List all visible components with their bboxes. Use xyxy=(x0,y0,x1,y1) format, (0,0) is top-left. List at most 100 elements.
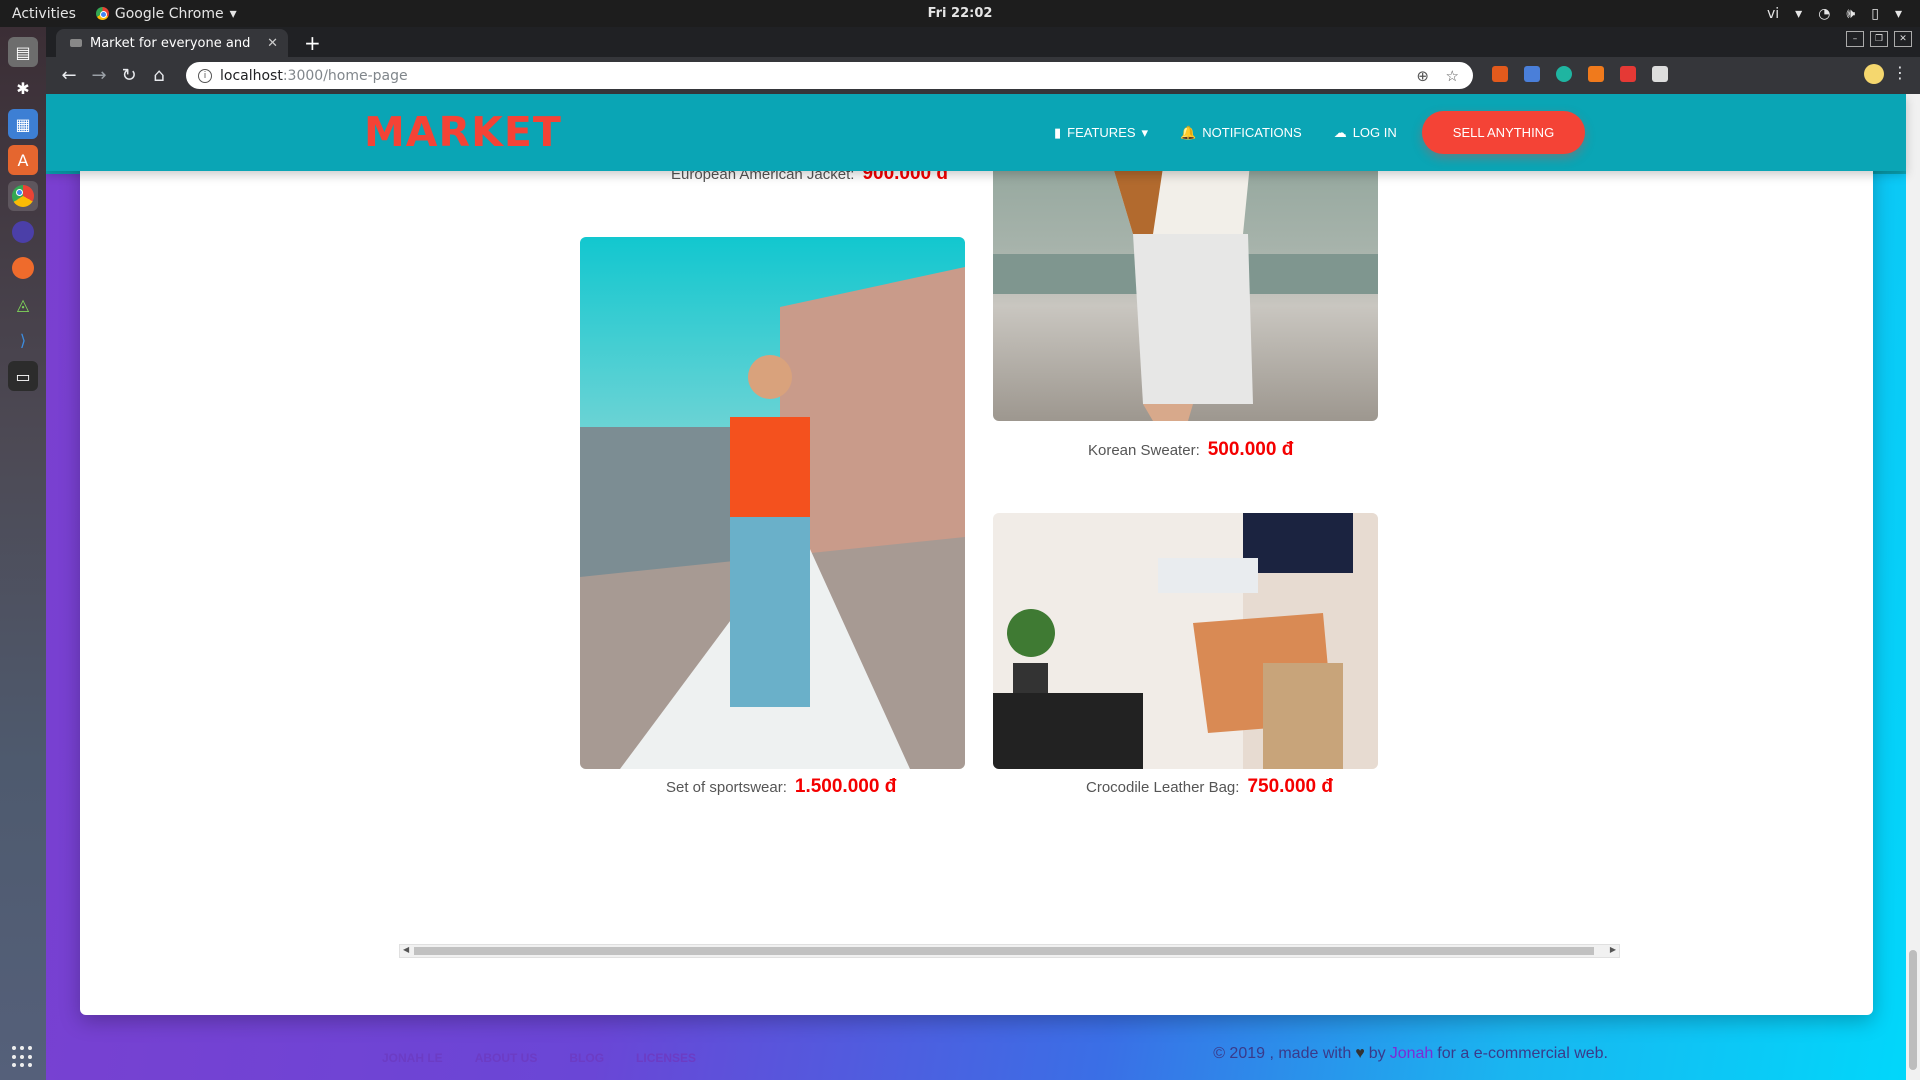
clock[interactable]: Fri 22:02 xyxy=(928,6,993,21)
android-studio-icon[interactable]: ◬ xyxy=(8,289,38,319)
product-caption: Set of sportswear: 1.500.000 đ xyxy=(666,776,896,798)
footer-link[interactable]: BLOG xyxy=(569,1051,604,1065)
product-image[interactable] xyxy=(993,513,1378,769)
product-price: 500.000 đ xyxy=(1207,439,1294,460)
vscode-icon[interactable]: ⟩ xyxy=(8,325,38,355)
product-price: 750.000 đ xyxy=(1247,776,1334,797)
profile-avatar[interactable] xyxy=(1864,64,1884,84)
close-tab-icon[interactable]: ✕ xyxy=(267,36,278,51)
footer-copyright: © 2019 , made with ♥ by Jonah for a e-co… xyxy=(1213,1045,1608,1063)
menu-icon[interactable]: ⋮ xyxy=(1892,63,1908,82)
extension-icon[interactable] xyxy=(1492,66,1508,82)
postman-icon[interactable] xyxy=(8,253,38,283)
url-path: :3000/home-page xyxy=(282,67,408,84)
leather-bag-photo xyxy=(993,513,1378,769)
chevron-down-icon: ▾ xyxy=(229,5,237,22)
copyright-prefix: © 2019 , made with xyxy=(1213,1045,1352,1062)
browser-toolbar: ← → ↻ ⌂ i localhost:3000/home-page ⊕ ☆ ⋮ xyxy=(46,57,1920,94)
favicon-icon xyxy=(70,39,82,47)
minimize-button[interactable]: – xyxy=(1846,31,1864,47)
volume-icon: 🕪 xyxy=(1846,5,1856,22)
close-window-button[interactable]: ✕ xyxy=(1894,31,1912,47)
extension-icon[interactable] xyxy=(1588,66,1604,82)
restore-button[interactable]: ❐ xyxy=(1870,31,1888,47)
cloud-upload-icon: ☁ xyxy=(1333,124,1347,140)
tab-title: Market for everyone and xyxy=(90,35,251,51)
product-image[interactable] xyxy=(580,237,965,769)
scrollbar-thumb[interactable] xyxy=(1909,950,1917,1070)
moon-app-icon[interactable] xyxy=(8,217,38,247)
features-menu[interactable]: ▮ FEATURES ▾ xyxy=(1054,125,1148,141)
back-button[interactable]: ← xyxy=(54,65,84,86)
system-tray[interactable]: vi ▾ ◔ 🕪 ▯ ▾ xyxy=(1767,6,1902,22)
address-bar[interactable]: i localhost:3000/home-page ⊕ ☆ xyxy=(186,62,1473,89)
footer-link[interactable]: ABOUT US xyxy=(475,1051,538,1065)
product-name: Set of sportswear: xyxy=(666,779,787,796)
chrome-icon xyxy=(95,7,109,20)
features-label: FEATURES xyxy=(1067,125,1136,140)
sportswear-photo xyxy=(580,237,965,769)
window-controls: – ❐ ✕ xyxy=(1846,31,1912,47)
map-icon: ▮ xyxy=(1054,124,1062,140)
extension-icon[interactable] xyxy=(1652,66,1668,82)
bookmark-star-icon[interactable]: ☆ xyxy=(1446,67,1459,85)
product-caption: Korean Sweater: 500.000 đ xyxy=(1088,439,1293,461)
sweater-photo xyxy=(993,134,1378,421)
nav-links: ▮ FEATURES ▾ 🔔 NOTIFICATIONS ☁ LOG IN xyxy=(1054,94,1397,171)
heart-icon: ♥ xyxy=(1355,1045,1365,1062)
show-apps-icon[interactable] xyxy=(12,1046,34,1068)
product-name: Korean Sweater: xyxy=(1088,442,1200,459)
activities-button[interactable]: Activities xyxy=(12,6,76,22)
product-caption: Crocodile Leather Bag: 750.000 đ xyxy=(1086,776,1333,798)
site-navbar: MARKET ▮ FEATURES ▾ 🔔 NOTIFICATIONS ☁ LO… xyxy=(46,94,1906,171)
site-info-icon[interactable]: i xyxy=(198,68,212,83)
zoom-icon[interactable]: ⊕ xyxy=(1416,67,1429,85)
writer-icon[interactable]: ▦ xyxy=(8,109,38,139)
scroll-right-arrow-icon[interactable]: ▶ xyxy=(1610,945,1616,954)
browser-tab[interactable]: Market for everyone and ✕ xyxy=(56,29,288,57)
software-center-icon[interactable]: A xyxy=(8,145,38,175)
footer-links: JONAH LE ABOUT US BLOG LICENSES xyxy=(382,1051,696,1065)
tab-strip: Market for everyone and ✕ + – ❐ ✕ xyxy=(46,27,1920,57)
battery-icon: ▯ xyxy=(1871,5,1879,22)
forward-button[interactable]: → xyxy=(84,65,114,86)
product-name: Crocodile Leather Bag: xyxy=(1086,779,1240,796)
chevron-down-icon: ▾ xyxy=(1894,5,1902,22)
url-host: localhost xyxy=(220,67,283,84)
translate-extension-icon[interactable] xyxy=(1524,66,1540,82)
footer-link[interactable]: LICENSES xyxy=(636,1051,696,1065)
vertical-scrollbar[interactable] xyxy=(1906,94,1920,1080)
copyright-suffix: for a e-commercial web. xyxy=(1437,1045,1608,1062)
scrollbar-thumb[interactable] xyxy=(414,947,1594,955)
wifi-icon: ◔ xyxy=(1818,5,1831,22)
notifications-link[interactable]: 🔔 NOTIFICATIONS xyxy=(1180,125,1302,141)
extension-icon[interactable] xyxy=(1556,66,1572,82)
chrome-dock-icon[interactable] xyxy=(8,181,38,211)
page-viewport: European American Jacket: 900.000 đ Kore… xyxy=(46,94,1920,1080)
files-icon[interactable]: ▤ xyxy=(8,37,38,67)
reload-button[interactable]: ↻ xyxy=(114,65,144,86)
brand-logo[interactable]: MARKET xyxy=(364,108,562,156)
caret-down-icon: ▾ xyxy=(1141,124,1149,140)
dock: ▤ ✱ ▦ A ◬ ⟩ ▭ xyxy=(0,27,46,1080)
app-menu[interactable]: Google Chrome ▾ xyxy=(95,5,237,22)
input-method-indicator[interactable]: vi xyxy=(1767,6,1779,22)
login-label: LOG IN xyxy=(1352,125,1397,140)
home-button[interactable]: ⌂ xyxy=(144,65,174,86)
main-card: European American Jacket: 900.000 đ Kore… xyxy=(80,94,1873,1015)
chevron-down-icon: ▾ xyxy=(1795,5,1803,22)
footer-link[interactable]: JONAH LE xyxy=(382,1051,443,1065)
terminal-icon[interactable]: ▭ xyxy=(8,361,38,391)
login-link[interactable]: ☁ LOG IN xyxy=(1334,125,1397,141)
product-image[interactable] xyxy=(993,134,1378,421)
new-tab-button[interactable]: + xyxy=(304,31,321,55)
notifications-label: NOTIFICATIONS xyxy=(1202,125,1302,140)
app-menu-label: Google Chrome xyxy=(114,5,224,22)
horizontal-scrollbar[interactable]: ◀ ▶ xyxy=(399,944,1620,958)
browser-window: Market for everyone and ✕ + – ❐ ✕ ← → ↻ … xyxy=(46,27,1920,1080)
extension-icon[interactable] xyxy=(1620,66,1636,82)
scroll-left-arrow-icon[interactable]: ◀ xyxy=(403,945,409,954)
author-link[interactable]: Jonah xyxy=(1390,1045,1434,1063)
settings-icon[interactable]: ✱ xyxy=(8,73,38,103)
sell-anything-button[interactable]: SELL ANYTHING xyxy=(1422,111,1585,154)
